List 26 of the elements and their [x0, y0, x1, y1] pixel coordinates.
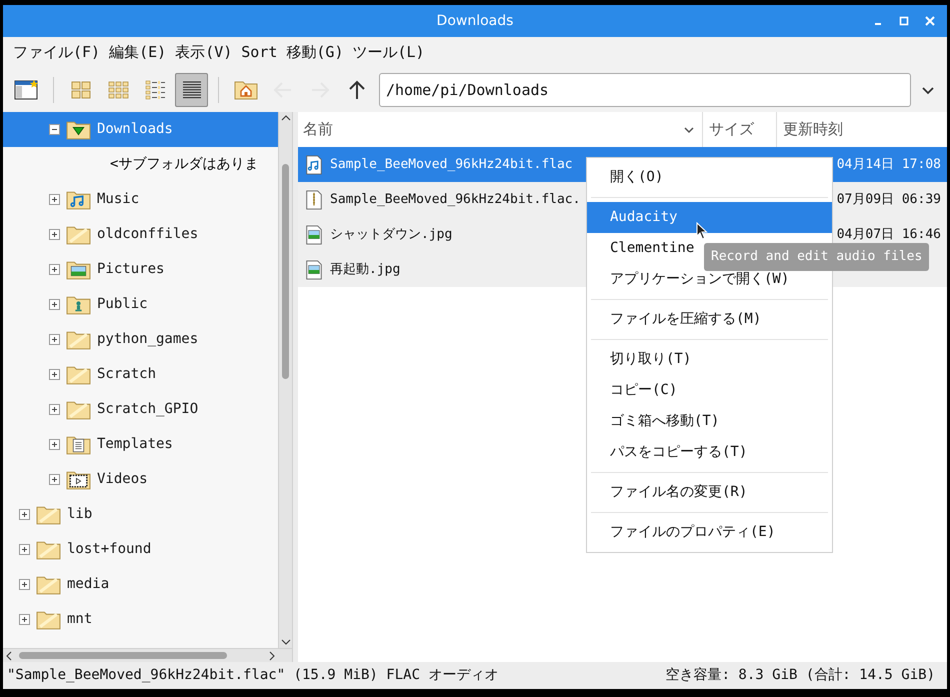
folder-name: Templates — [97, 435, 173, 454]
empty-folder-note: <サブフォルダはありま — [110, 155, 258, 174]
modified-date: 07月09日 06:39 — [836, 190, 941, 209]
folder-name: Scratch — [97, 365, 156, 384]
folder-name: Music — [97, 190, 140, 209]
file-name: シャットダウン.jpg — [330, 226, 452, 244]
folder-name: lib — [67, 505, 92, 524]
free-space-text: 空き容量: 8.3 GiB (合計: 14.5 GiB) — [666, 666, 936, 685]
modified-date: 04月07日 16:46 — [836, 226, 941, 244]
folder-name: Pictures — [97, 260, 164, 279]
folder-name: python_games — [97, 330, 198, 349]
folder-name: Scratch_GPIO — [97, 400, 198, 419]
file-name: Sample_BeeMoved_96kHz24bit.flac. — [330, 190, 580, 209]
folder-name: Public — [97, 295, 148, 314]
tooltip: Record and edit audio files — [704, 243, 930, 271]
file-name: Sample_BeeMoved_96kHz24bit.flac — [330, 156, 573, 174]
folder-name: oldconffiles — [97, 225, 198, 244]
folder-name: lost+found — [67, 540, 152, 559]
folder-name: Videos — [97, 470, 148, 489]
folder-name: Downloads — [97, 120, 173, 139]
window-title: Downloads — [436, 12, 514, 30]
folder-name: media — [67, 575, 110, 594]
status-text: "Sample_BeeMoved_96kHz24bit.flac" (15.9 MiB) FLAC オーディオ — [7, 666, 498, 685]
folder-name: mnt — [67, 610, 92, 629]
file-name: 再起動.jpg — [330, 260, 400, 279]
modified-date: 04月14日 17:08 — [836, 156, 941, 174]
